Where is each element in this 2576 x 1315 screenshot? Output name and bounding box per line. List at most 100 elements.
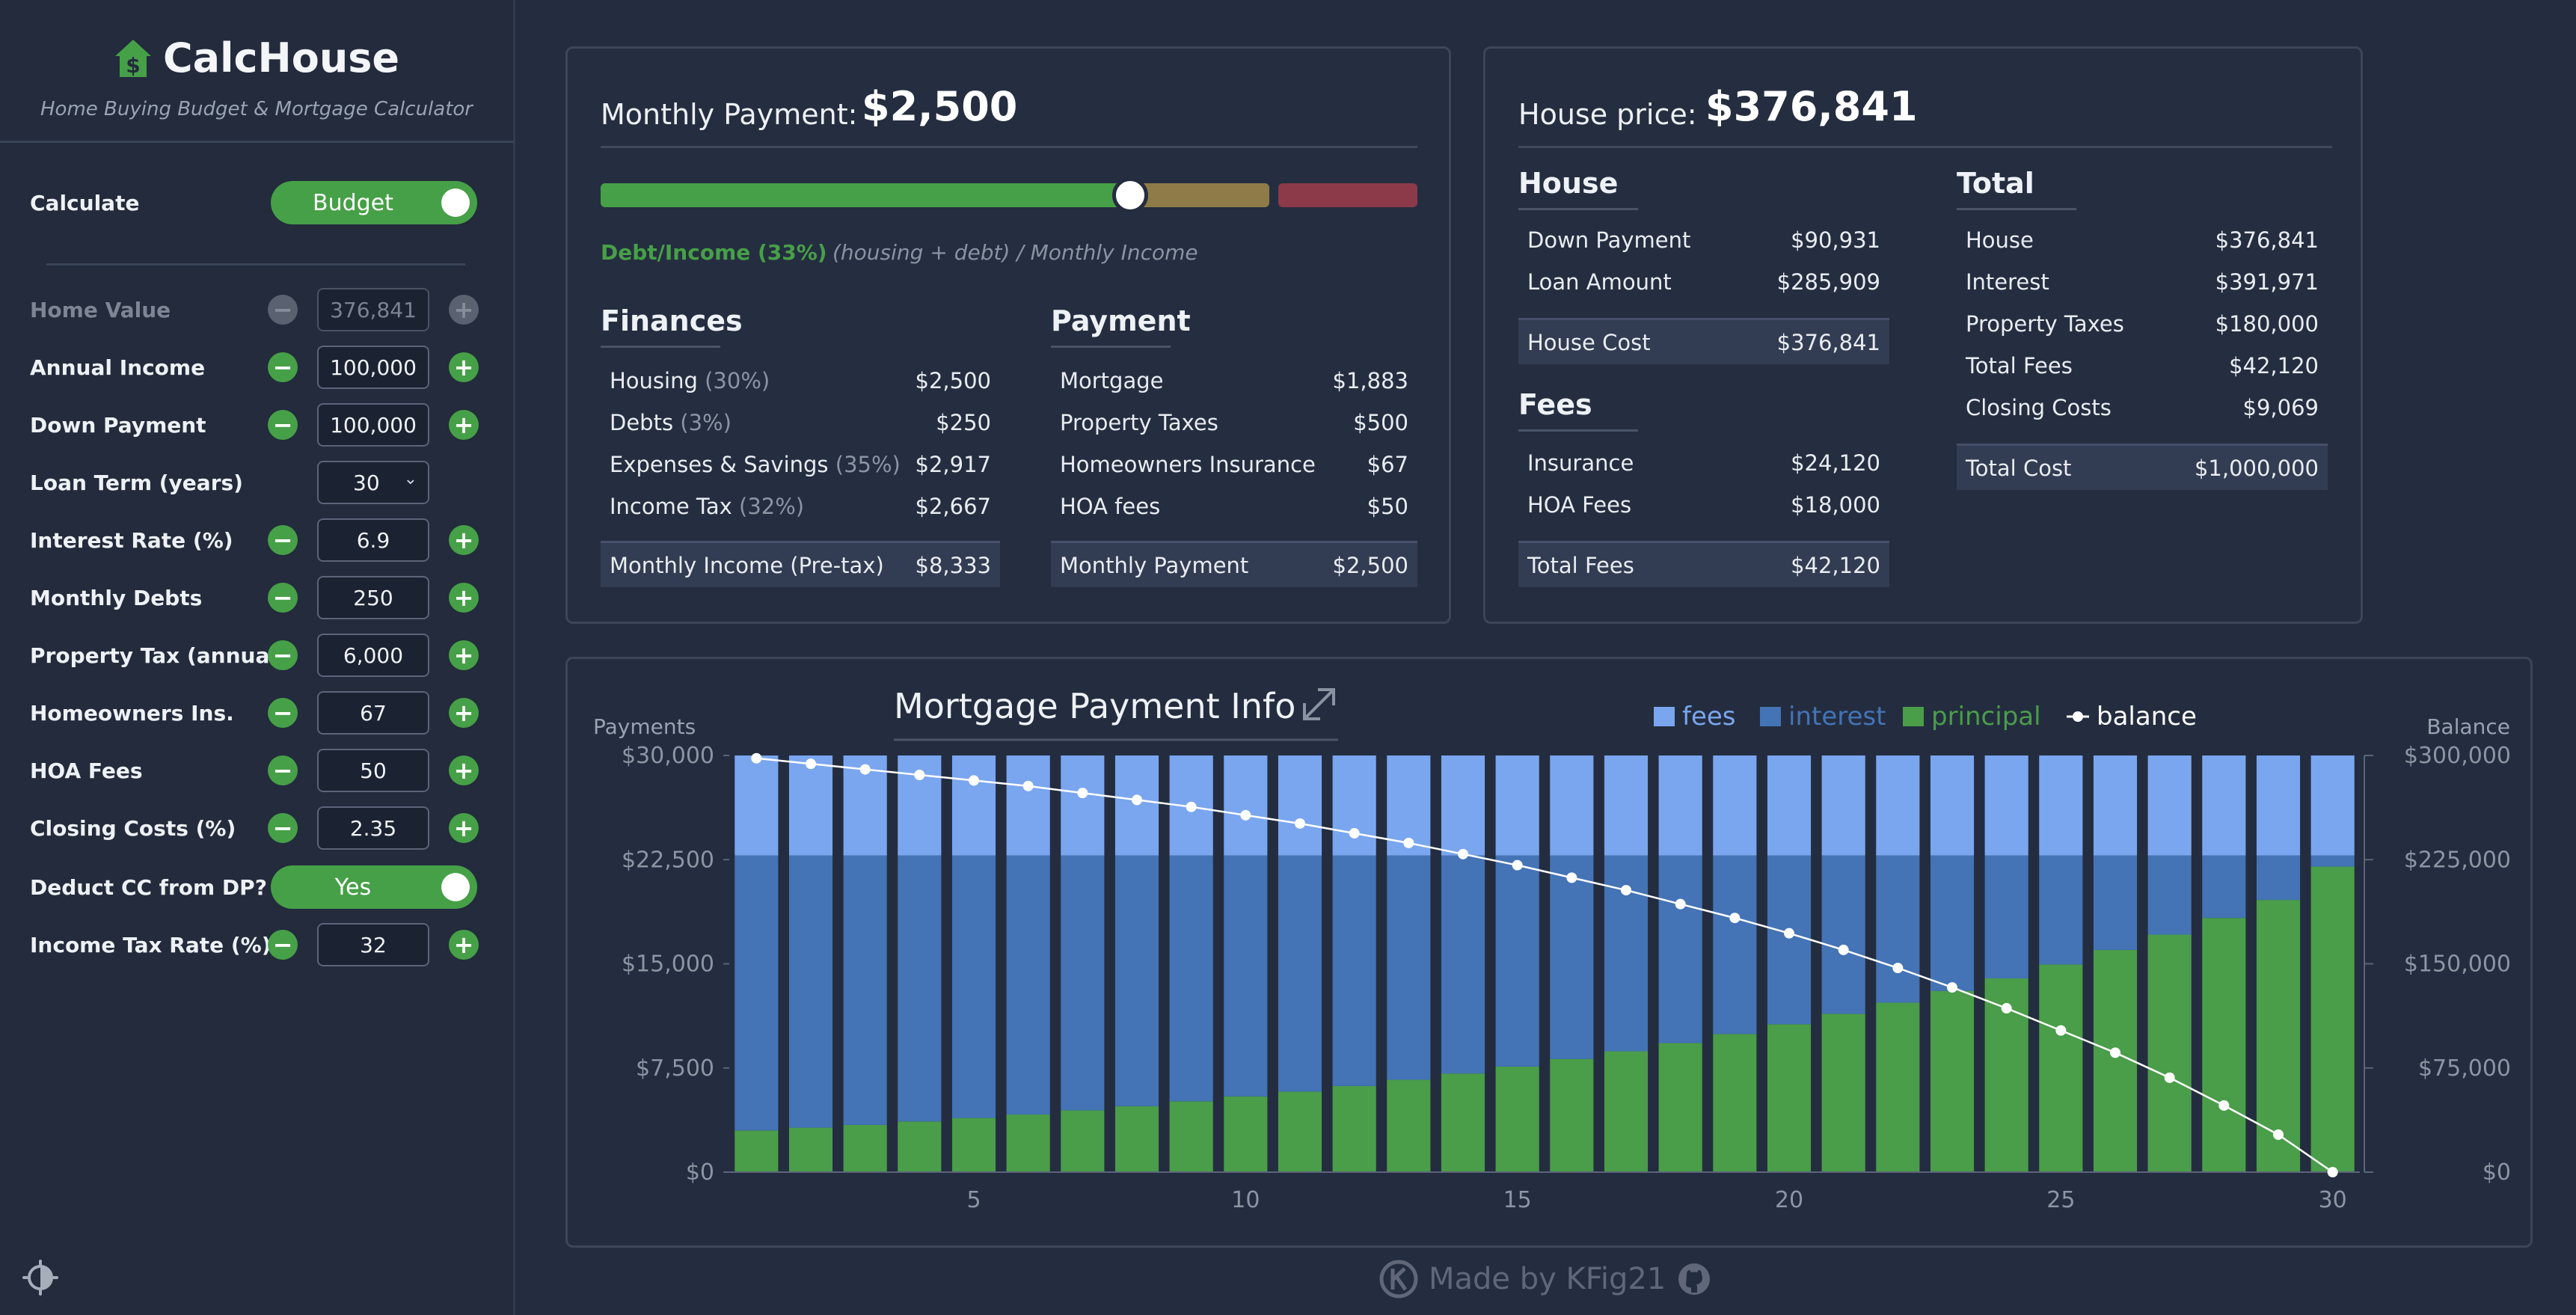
total-label: Monthly Income (Pre-tax) — [610, 552, 884, 578]
legend-label-principal: principal — [1931, 702, 2041, 732]
increment-button[interactable]: + — [449, 755, 479, 785]
table-row: HOA fees $50 — [1051, 485, 1417, 527]
field-label: Interest Rate (%) — [30, 527, 233, 553]
decrement-button[interactable]: − — [268, 352, 298, 382]
x-tick-label: 5 — [966, 1187, 981, 1213]
bar-fees — [1713, 755, 1757, 856]
increment-button[interactable]: + — [449, 583, 479, 613]
row-value: $2,917 — [915, 452, 991, 477]
finances-title: Finances — [601, 304, 743, 348]
bar-principal — [2039, 964, 2083, 1172]
decrement-button[interactable]: − — [268, 930, 298, 960]
increment-button[interactable]: + — [449, 698, 479, 728]
decrement-button[interactable]: − — [268, 698, 298, 728]
decrement-button[interactable]: − — [268, 525, 298, 555]
row-label-text: Interest — [1966, 269, 2049, 295]
x-tick-label: 25 — [2046, 1187, 2075, 1213]
house-section-title: House — [1518, 167, 1639, 210]
expand-icon[interactable] — [1303, 688, 1335, 720]
row-value: $18,000 — [1791, 492, 1880, 518]
decrement-button[interactable]: − — [268, 583, 298, 613]
field-label: Closing Costs (%) — [30, 815, 236, 841]
field-input[interactable]: 376,841 — [317, 288, 429, 331]
table-row: Interest $391,971 — [1957, 261, 2328, 303]
bar-interest — [2256, 855, 2301, 901]
legend-label-balance: balance — [2097, 702, 2197, 732]
title-underline — [1518, 146, 2332, 148]
balance-point — [1077, 788, 1088, 799]
footer-text: Made by KFig21 — [1429, 1262, 1666, 1296]
increment-button[interactable]: + — [449, 813, 479, 843]
row-label: House — [1966, 227, 2034, 253]
deduct-toggle[interactable]: Yes — [271, 865, 477, 909]
increment-button[interactable]: + — [449, 525, 479, 555]
increment-button[interactable]: + — [449, 295, 479, 325]
field-row: HOA Fees −50 + — [30, 748, 486, 793]
chevron-down-icon: ⌄ — [403, 470, 417, 488]
bar-fees — [1984, 755, 2028, 856]
field-row: Loan Term (years) 30 ⌄ — [30, 460, 486, 505]
balance-point — [1892, 963, 1904, 974]
loan-term-select[interactable]: 30 ⌄ — [317, 461, 429, 504]
row-label: Total Fees — [1966, 353, 2073, 378]
increment-button[interactable]: + — [449, 640, 479, 670]
increment-button[interactable]: + — [449, 410, 479, 440]
bar-principal — [1767, 1024, 1812, 1172]
x-tick-label: 10 — [1231, 1187, 1260, 1213]
mortgage-chart: Mortgage Payment Info Payments Balance fees… — [593, 686, 2511, 1213]
github-icon[interactable] — [1676, 1261, 1712, 1297]
field-input[interactable]: 100,000 — [317, 403, 429, 447]
increment-button[interactable]: + — [449, 352, 479, 382]
row-label-text: Income Tax — [610, 494, 732, 519]
decrement-button[interactable]: − — [268, 813, 298, 843]
field-input[interactable]: 2.35 — [317, 806, 429, 850]
dti-bar — [601, 177, 1417, 213]
balance-point — [969, 775, 979, 786]
bar-interest — [2093, 855, 2138, 950]
legend-swatch-fees — [1654, 707, 1675, 726]
tax-input[interactable]: 32 — [317, 923, 429, 966]
svg-text:$: $ — [126, 53, 140, 78]
balance-point — [1675, 898, 1686, 910]
field-input[interactable]: 67 — [317, 691, 429, 735]
row-value: $285,909 — [1776, 269, 1880, 295]
calculate-toggle[interactable]: Budget — [271, 181, 477, 224]
balance-point — [1186, 801, 1197, 812]
dti-slider-handle[interactable] — [1112, 177, 1148, 213]
field-input[interactable]: 100,000 — [317, 346, 429, 389]
toggle-knob — [441, 873, 470, 901]
table-row: Housing (30%) $2,500 — [601, 360, 1000, 402]
bar-principal — [735, 1130, 779, 1172]
field-label: Homeowners Ins. — [30, 700, 234, 726]
row-label: Income Tax (32%) — [610, 494, 804, 519]
balance-point — [806, 758, 816, 770]
row-label: Down Payment — [1527, 227, 1690, 253]
row-label-text: HOA Fees — [1527, 492, 1632, 518]
y-tick-label: $7,500 — [636, 1055, 714, 1082]
row-label-text: HOA fees — [1060, 494, 1161, 519]
bar-principal — [1550, 1058, 1594, 1172]
row-value: $250 — [936, 410, 991, 435]
bar-fees — [1224, 755, 1268, 856]
row-label: Property Taxes — [1966, 311, 2124, 337]
decrement-button[interactable]: − — [268, 295, 298, 325]
increment-button[interactable]: + — [449, 930, 479, 960]
y2-tick-label: $0 — [2483, 1159, 2511, 1186]
bar-interest — [1495, 855, 1539, 1067]
theme-toggle-icon[interactable] — [22, 1260, 58, 1296]
table-row: Total Fees $42,120 — [1957, 345, 2328, 387]
row-label-text: Loan Amount — [1527, 269, 1672, 295]
field-input[interactable]: 6,000 — [317, 634, 429, 677]
bar-principal — [1224, 1096, 1268, 1172]
decrement-button[interactable]: − — [268, 410, 298, 440]
bar-interest — [2147, 855, 2192, 935]
x-tick-label: 15 — [1503, 1187, 1532, 1213]
decrement-button[interactable]: − — [268, 640, 298, 670]
row-label-text: Total Fees — [1966, 353, 2073, 378]
deduct-row: Deduct CC from DP? Yes — [30, 865, 486, 910]
field-input[interactable]: 250 — [317, 576, 429, 619]
field-input[interactable]: 50 — [317, 749, 429, 792]
bar-fees — [2310, 755, 2355, 856]
field-input[interactable]: 6.9 — [317, 518, 429, 562]
decrement-button[interactable]: − — [268, 755, 298, 785]
